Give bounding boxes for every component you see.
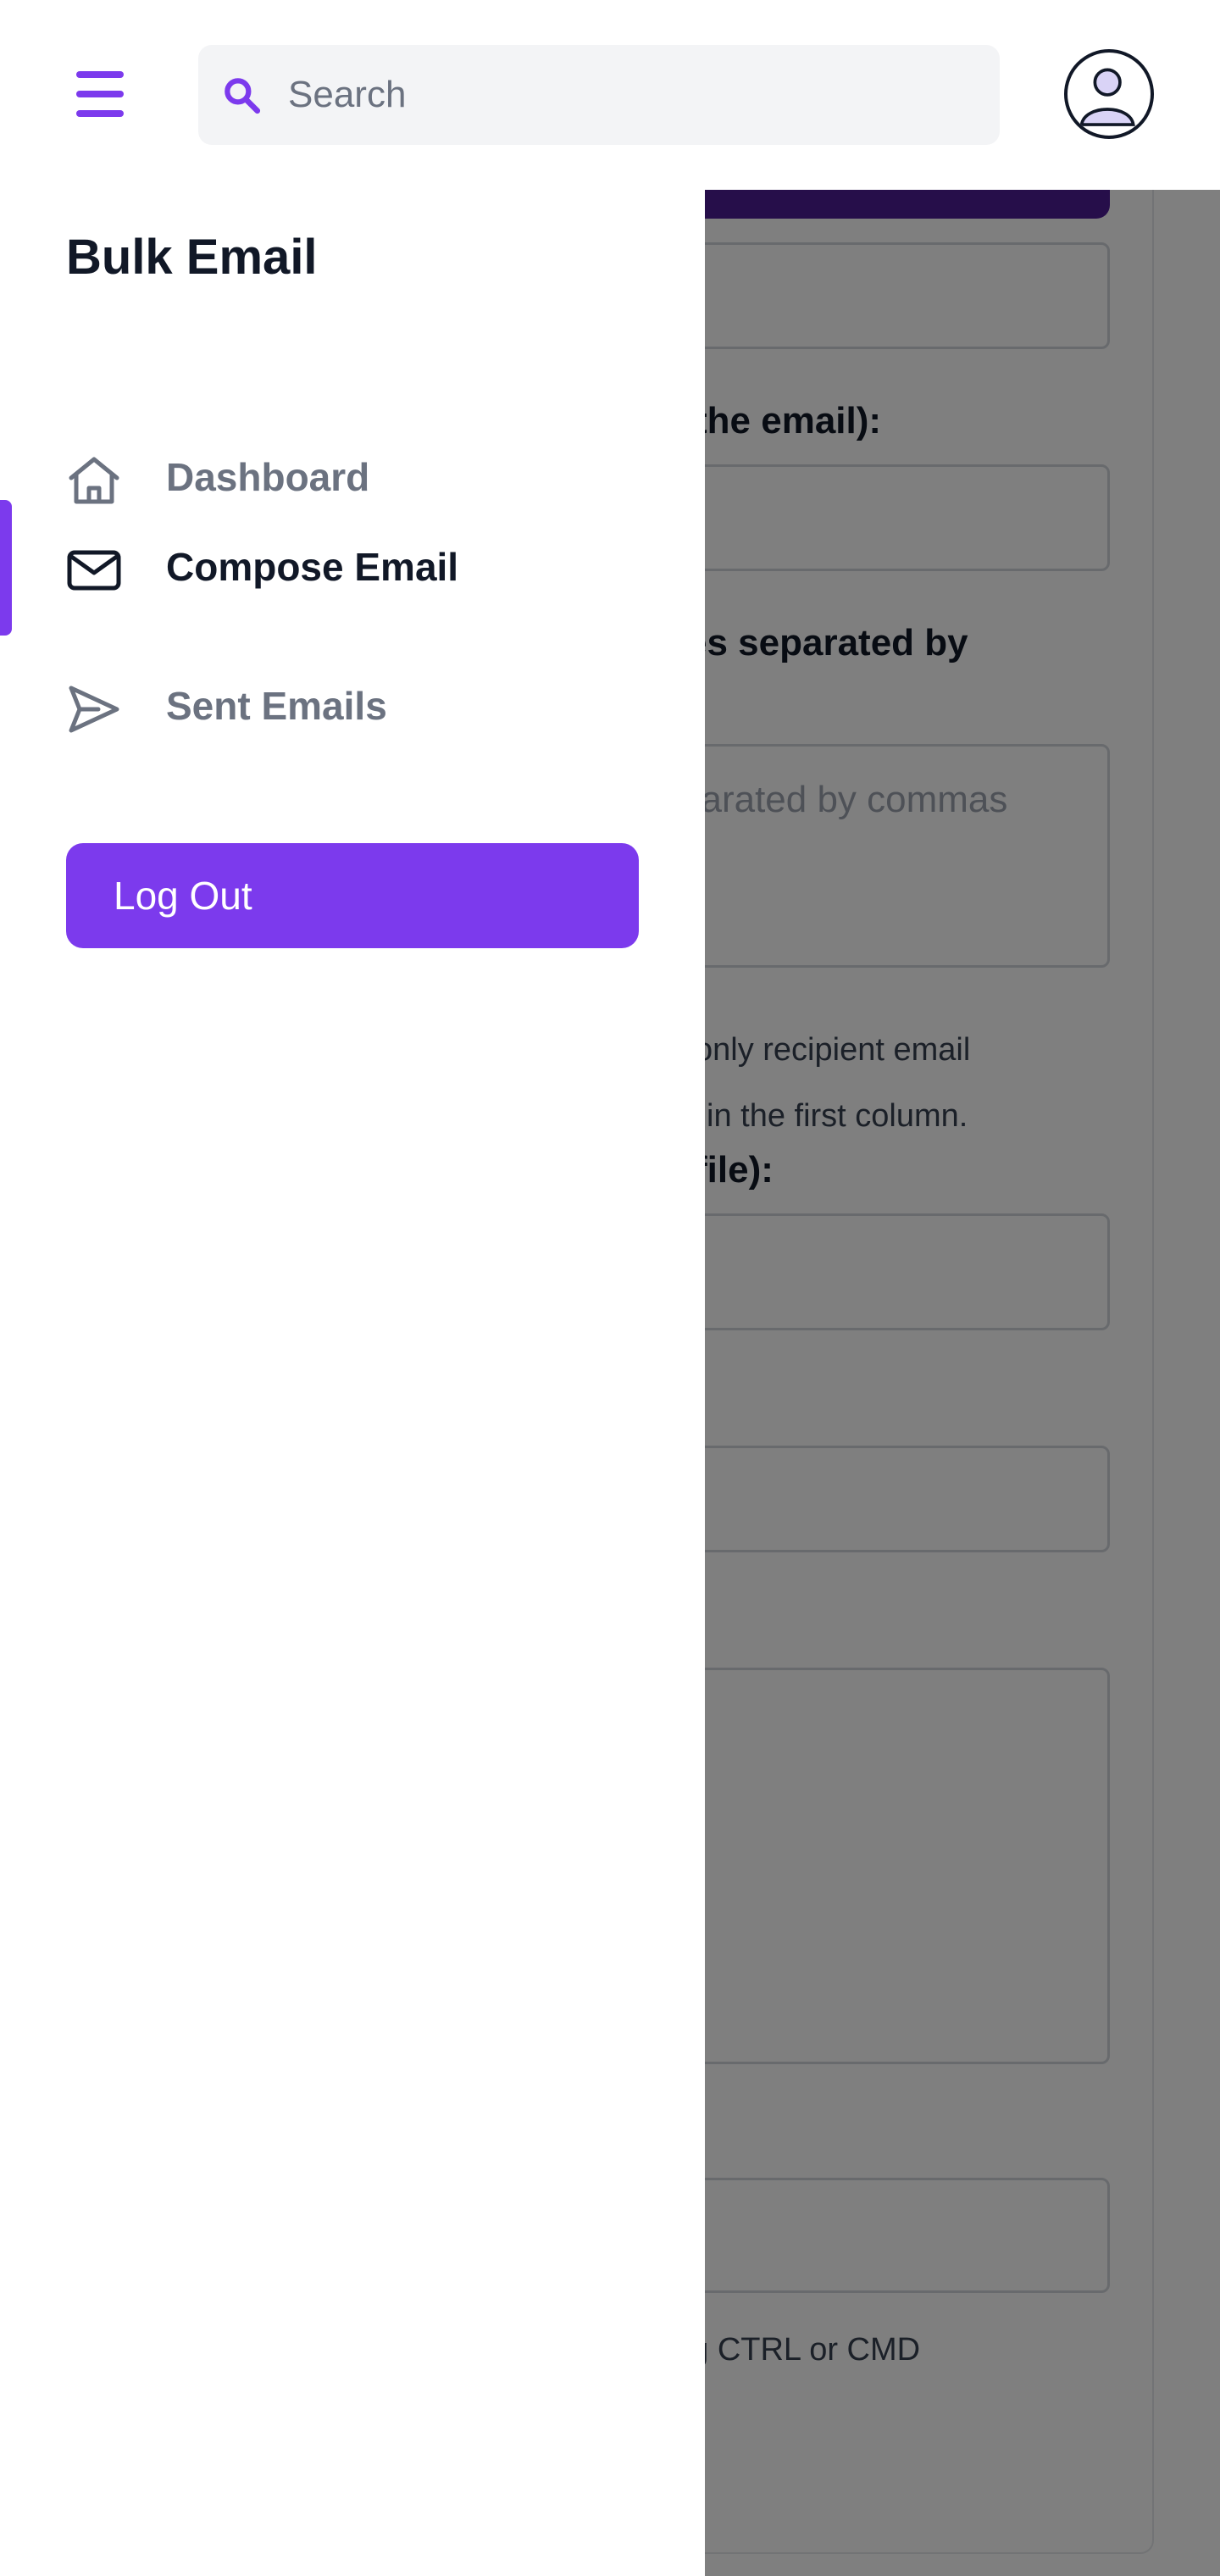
user-avatar[interactable]	[1064, 49, 1154, 139]
active-indicator	[0, 500, 12, 636]
home-icon	[69, 457, 119, 504]
search-icon	[225, 78, 261, 114]
mail-icon	[67, 550, 121, 591]
sidebar-item-label: Dashboard	[166, 455, 370, 499]
hamburger-menu-icon[interactable]	[73, 69, 127, 119]
top-bar	[0, 0, 1220, 190]
logout-button[interactable]: Log Out	[66, 843, 639, 948]
app-title: Bulk Email	[66, 230, 318, 285]
sidebar-item-sent-emails[interactable]: Sent Emails	[0, 639, 705, 774]
user-icon	[1079, 68, 1135, 126]
send-icon	[69, 686, 119, 733]
sidebar-item-label: Sent Emails	[166, 684, 387, 728]
search-input[interactable]	[286, 45, 964, 145]
search-bar[interactable]	[198, 45, 1000, 145]
sidebar-item-label: Compose Email	[166, 545, 459, 589]
sidebar-item-compose[interactable]: Compose Email	[0, 500, 705, 636]
